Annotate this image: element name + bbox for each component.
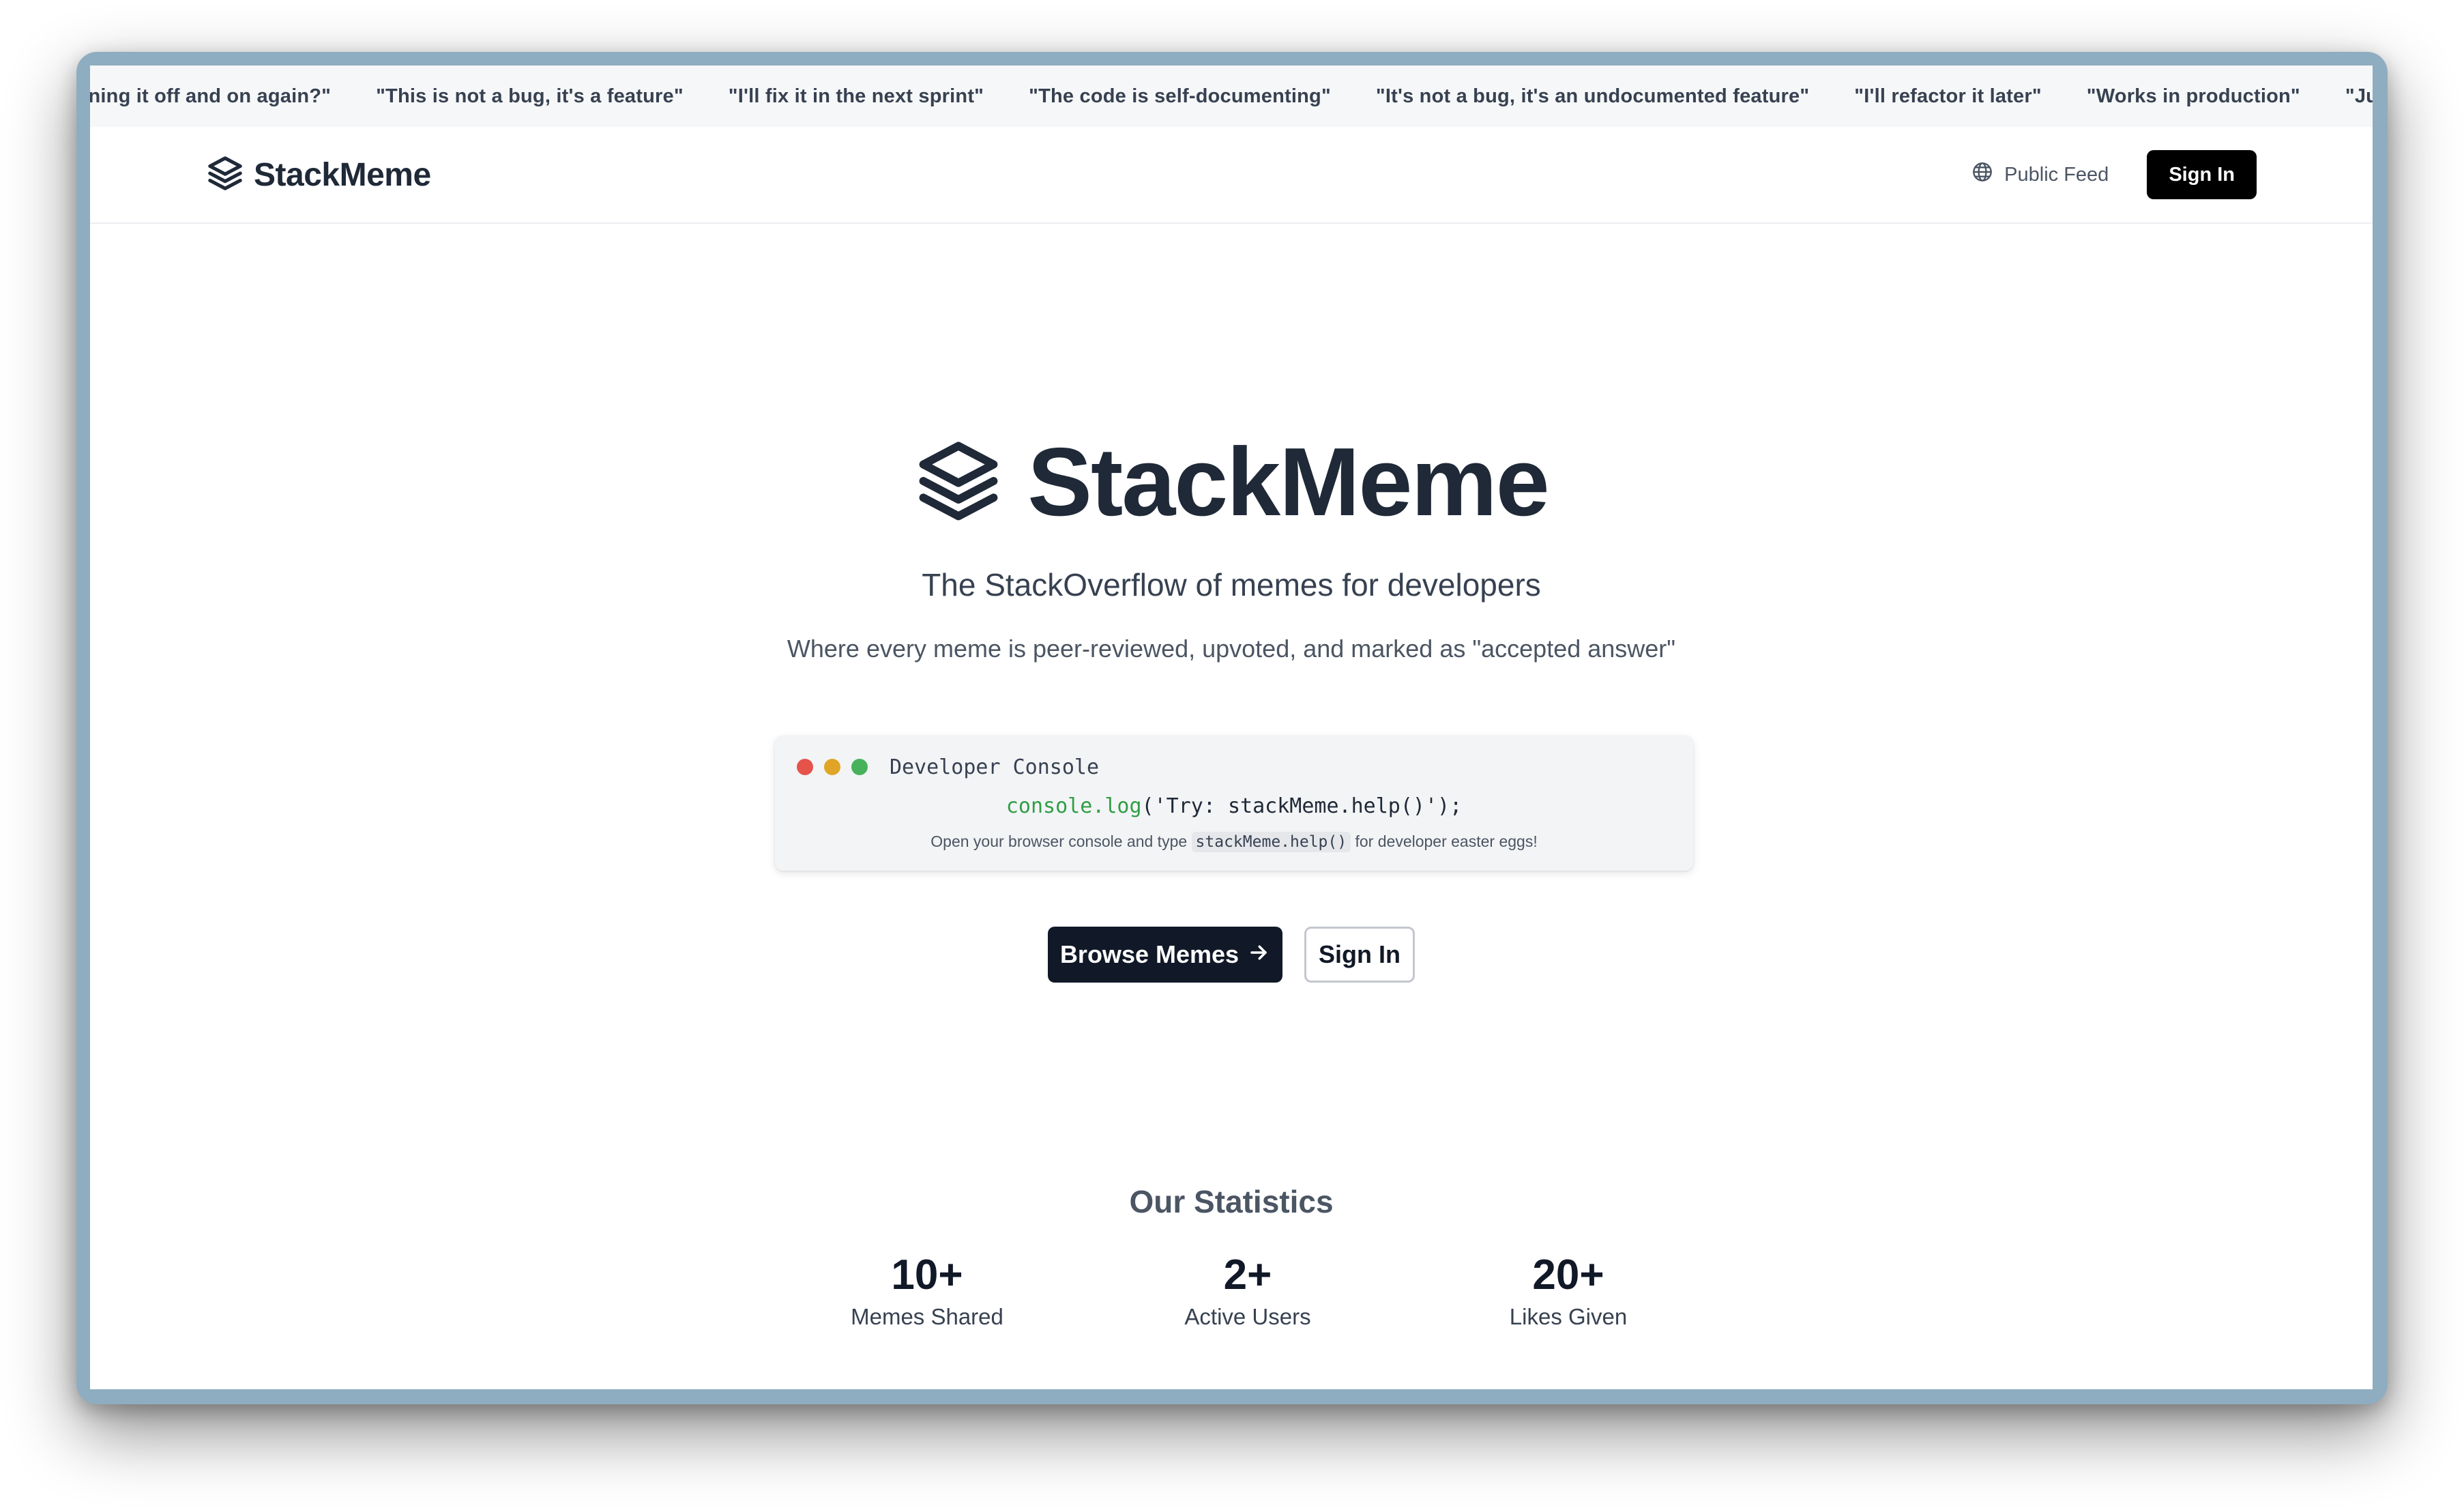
stat-value: 10+ <box>891 1251 963 1299</box>
stat-memes-shared: 10+ Memes Shared <box>791 1253 1064 1330</box>
hero-subtitle: Where every meme is peer-reviewed, upvot… <box>787 635 1676 663</box>
stat-value: 2+ <box>1223 1251 1272 1299</box>
stat-value: 20+ <box>1532 1251 1604 1299</box>
ticker-item: "I'll fix it in the next sprint" <box>728 85 984 107</box>
browse-memes-button[interactable]: Browse Memes <box>1047 927 1283 983</box>
ticker-item: "This is not a bug, it's a feature" <box>376 85 684 107</box>
hint-text-before: Open your browser console and type <box>930 832 1188 850</box>
public-feed-link[interactable]: Public Feed <box>1971 161 2109 188</box>
ticker-item: "Works in production" <box>2086 85 2300 107</box>
stat-label: Active Users <box>1184 1304 1311 1330</box>
console-code: console.log('Try: stackMeme.help()'); <box>775 794 1693 818</box>
nav-sign-in-button[interactable]: Sign In <box>2147 150 2257 199</box>
arrow-right-icon <box>1248 940 1269 969</box>
stats-title: Our Statistics <box>1129 1184 1334 1219</box>
stat-label: Memes Shared <box>851 1304 1003 1330</box>
layers-icon <box>206 154 244 196</box>
layers-icon <box>914 437 1003 529</box>
stat-label: Likes Given <box>1509 1304 1628 1330</box>
browse-memes-label: Browse Memes <box>1059 940 1240 968</box>
brand-name: StackMeme <box>254 156 431 193</box>
stat-active-users: 2+ Active Users <box>1111 1253 1384 1330</box>
globe-icon <box>1971 161 1993 188</box>
nav-actions: Public Feed Sign In <box>1971 127 2257 222</box>
console-title: Developer Console <box>890 755 1100 779</box>
ticker-item: rning it off and on again?" <box>90 85 332 107</box>
code-arguments: ('Try: stackMeme.help()'); <box>1141 794 1463 818</box>
ticker-item: "Just one more <box>2345 85 2373 107</box>
red-dot-icon <box>797 759 813 775</box>
hero-actions: Browse Memes Sign In <box>90 927 2373 983</box>
hero-title: StackMeme <box>90 434 2373 531</box>
console-hint: Open your browser console and type stack… <box>775 832 1693 852</box>
hero-sign-in-button[interactable]: Sign In <box>1304 927 1416 983</box>
developer-console-card: Developer Console console.log('Try: stac… <box>775 736 1693 871</box>
hero-brand-name: StackMeme <box>1027 428 1549 536</box>
hint-code: stackMeme.help() <box>1191 832 1351 852</box>
ticker-item: "It's not a bug, it's an undocumented fe… <box>1375 85 1810 107</box>
browser-window: rning it off and on again?" "This is not… <box>76 52 2388 1404</box>
ticker-item: "The code is self-documenting" <box>1029 85 1331 107</box>
code-function: console.log <box>1006 794 1142 818</box>
brand-logo-link[interactable]: StackMeme <box>206 127 431 222</box>
ticker-track: rning it off and on again?" "This is not… <box>90 66 2373 127</box>
stat-likes-given: 20+ Likes Given <box>1432 1253 1705 1330</box>
yellow-dot-icon <box>824 759 840 775</box>
navbar: StackMeme Public Feed Sign In <box>90 127 2373 224</box>
quote-ticker: rning it off and on again?" "This is not… <box>90 66 2373 127</box>
green-dot-icon <box>851 759 868 775</box>
console-header: Developer Console <box>797 753 1099 781</box>
hero-tagline: The StackOverflow of memes for developer… <box>922 567 1541 603</box>
hint-text-after: for developer easter eggs! <box>1355 832 1538 850</box>
page-viewport: rning it off and on again?" "This is not… <box>90 66 2373 1389</box>
ticker-item: "I'll refactor it later" <box>1854 85 2042 107</box>
public-feed-label: Public Feed <box>2004 163 2109 186</box>
